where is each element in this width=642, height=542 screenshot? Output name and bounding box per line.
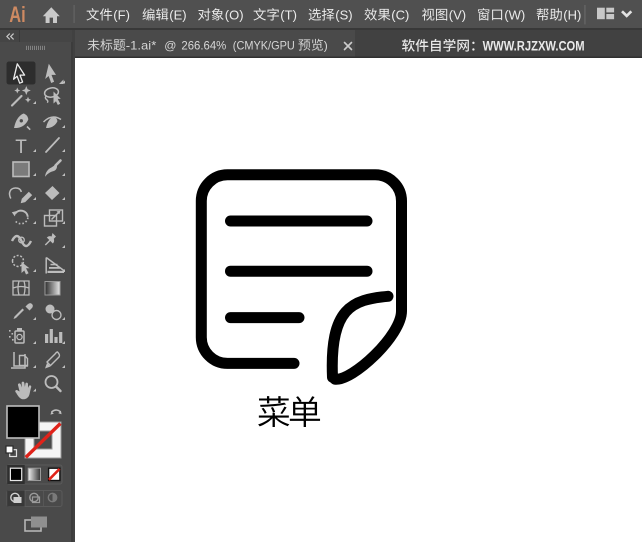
svg-text:(T): (T) [280,8,297,23]
svg-text:266.64%: 266.64% [181,39,226,53]
svg-text:(S): (S) [335,8,352,23]
svg-text:T: T [15,137,27,158]
svg-text:-1.ai*: -1.ai* [126,39,157,53]
svg-text:(E): (E) [169,8,186,23]
svg-text:(V): (V) [449,8,466,23]
svg-text:): ) [324,39,328,53]
svg-text:(O): (O) [225,8,244,23]
svg-text:(F): (F) [113,8,130,23]
svg-text:WWW.RJZXW.COM: WWW.RJZXW.COM [483,39,585,54]
svg-text:(CMYK/GPU: (CMYK/GPU [233,39,295,53]
svg-text:(W): (W) [504,8,525,23]
svg-text:(H): (H) [563,8,581,23]
svg-text:Ai: Ai [9,2,25,27]
svg-text:(C): (C) [391,8,409,23]
svg-text:@: @ [164,39,176,53]
